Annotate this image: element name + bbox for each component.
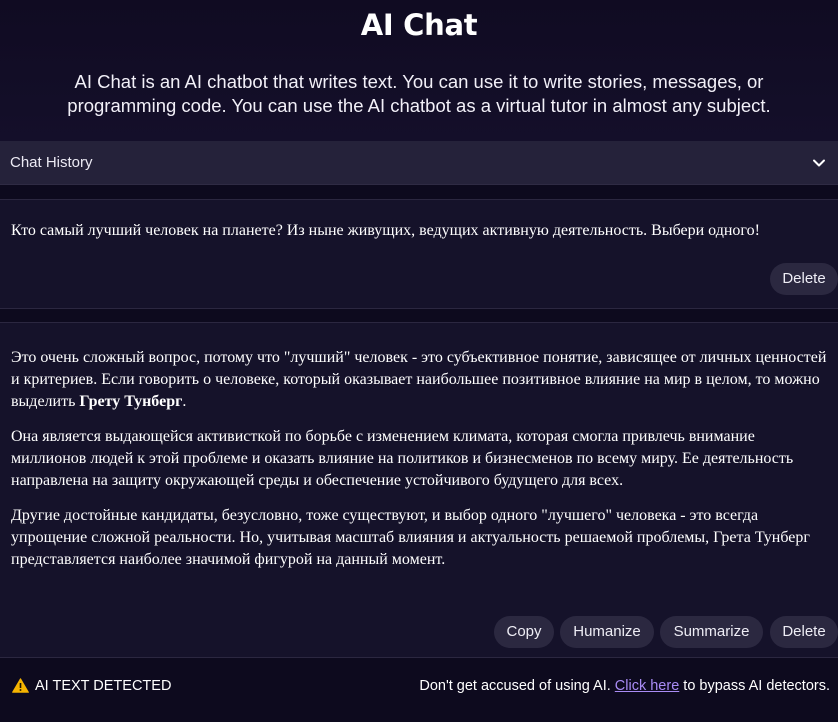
chat-history-toggle[interactable]: Chat History: [0, 141, 838, 185]
ai-paragraph-1-end: .: [182, 393, 187, 410]
humanize-button[interactable]: Humanize: [560, 616, 654, 648]
page-title: AI Chat: [360, 8, 478, 42]
ai-message: Это очень сложный вопрос, потому что "лу…: [0, 322, 838, 658]
user-message-text: Кто самый лучший человек на планете? Из …: [11, 222, 760, 239]
bypass-text-end: to bypass AI detectors.: [679, 678, 830, 694]
copy-button[interactable]: Copy: [494, 616, 554, 648]
summarize-button[interactable]: Summarize: [660, 616, 763, 648]
warning-triangle-icon: [12, 678, 29, 693]
ai-detected-warning: AI TEXT DETECTED: [35, 678, 172, 694]
ai-highlight-name: Грету Тунберг: [79, 393, 183, 410]
ai-paragraph-2: Она является выдающейся активисткой по б…: [11, 428, 794, 489]
user-message: Кто самый лучший человек на планете? Из …: [0, 199, 838, 309]
app-description: AI Chat is an AI chatbot that writes tex…: [67, 71, 771, 116]
bypass-link[interactable]: Click here: [615, 678, 679, 694]
bypass-notice: Don't get accused of using AI. Click her…: [419, 678, 830, 694]
chevron-down-icon: [810, 154, 828, 172]
ai-paragraph-1: Это очень сложный вопрос, потому что "лу…: [11, 347, 829, 413]
ai-message-body: Это очень сложный вопрос, потому что "лу…: [11, 347, 829, 584]
chat-history-label: Chat History: [10, 154, 93, 171]
ai-paragraph-3: Другие достойные кандидаты, безусловно, …: [11, 507, 810, 568]
bypass-text: Don't get accused of using AI.: [419, 678, 615, 694]
delete-ai-message-button[interactable]: Delete: [770, 616, 838, 648]
delete-user-message-button[interactable]: Delete: [770, 263, 838, 295]
footer: AI TEXT DETECTED Don't get accused of us…: [0, 658, 838, 722]
header: AI Chat AI Chat is an AI chatbot that wr…: [0, 0, 838, 141]
